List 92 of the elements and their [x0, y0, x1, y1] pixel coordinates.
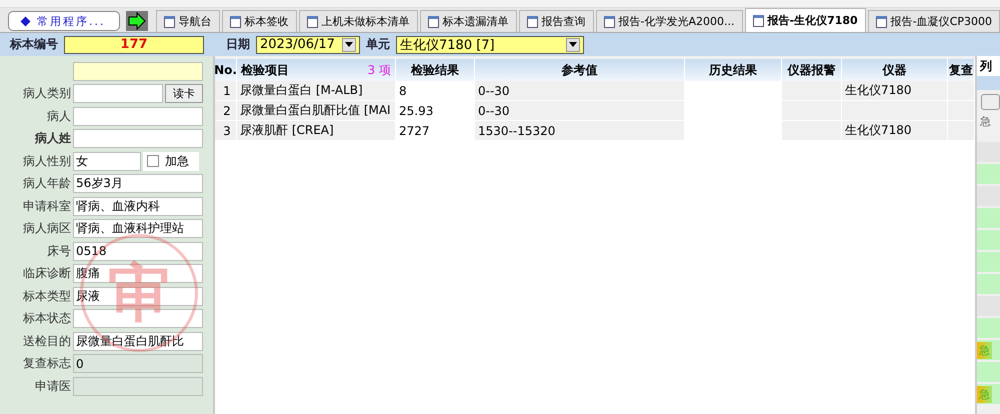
table-cell: 尿微量白蛋白 [M-ALB]	[237, 81, 396, 101]
column-header: No.	[215, 59, 237, 81]
side-row[interactable]	[977, 362, 1000, 382]
item-count: 3 项	[368, 62, 391, 78]
urgent-checkbox[interactable]: 加急	[143, 152, 199, 171]
table-cell: 2	[215, 101, 237, 121]
window-icon	[752, 14, 764, 26]
table-cell: 2727	[396, 121, 475, 141]
patient-field[interactable]: 尿微量白蛋白肌酐比	[73, 332, 203, 351]
field-label: 复查标志	[22, 355, 71, 372]
table-cell: 1	[215, 81, 237, 101]
column-header: 仪器报警	[782, 59, 842, 81]
date-field[interactable]: 2023/06/17	[256, 36, 360, 54]
patient-field[interactable]	[73, 106, 203, 126]
dropdown-icon	[566, 38, 580, 52]
column-header: 检验结果	[396, 59, 475, 81]
column-header: 复查	[948, 59, 975, 81]
table-cell: 尿液肌酐 [CREA]	[237, 121, 396, 141]
side-row[interactable]	[977, 208, 1000, 228]
column-header: 参考值	[475, 59, 685, 81]
read-card-button[interactable]: 读卡	[165, 84, 203, 104]
urgent-badge: 急	[977, 342, 992, 358]
side-row[interactable]	[977, 186, 1000, 206]
sample-number-field[interactable]: 177	[64, 36, 204, 54]
patient-field[interactable]: 56岁3月	[73, 174, 203, 194]
tab[interactable]: 标本遗漏清单	[420, 10, 517, 32]
tab[interactable]: 上机未做标本清单	[298, 10, 418, 32]
side-row[interactable]	[977, 274, 1000, 294]
window-icon	[876, 16, 887, 28]
window-icon	[604, 16, 615, 28]
side-button[interactable]	[981, 94, 1000, 110]
arrow-icon[interactable]	[126, 11, 148, 31]
common-programs-button[interactable]: 常用程序...	[8, 11, 120, 31]
field-label: 病人年龄	[22, 175, 71, 192]
patient-field[interactable]: 女	[73, 152, 141, 171]
window-icon	[526, 16, 538, 28]
field-label: 床号	[46, 242, 71, 260]
table-cell: 生化仪7180	[842, 81, 948, 101]
table-cell: 25.93	[396, 101, 475, 121]
patient-field[interactable]	[73, 62, 203, 81]
patient-field[interactable]	[73, 84, 163, 104]
tab[interactable]: 导航台	[156, 10, 220, 32]
tab[interactable]: 报告-血凝仪CP3000	[868, 10, 1000, 32]
side-row[interactable]	[977, 296, 1000, 316]
tab[interactable]: 标本签收	[222, 10, 297, 32]
column-header: 历史结果	[685, 59, 782, 81]
window-icon	[306, 16, 318, 28]
tab[interactable]: 报告-生化仪7180	[744, 8, 866, 32]
urgent-badge: 急	[977, 386, 992, 402]
side-tab[interactable]: 列	[977, 56, 1000, 76]
table-cell: 生化仪7180	[842, 121, 948, 141]
side-row[interactable]	[977, 252, 1000, 272]
field-label: 病人姓	[34, 130, 71, 148]
patient-field[interactable]: 0518	[73, 242, 203, 261]
side-toolbar	[977, 76, 1000, 90]
tab[interactable]: 报告-化学发光A2000...	[596, 10, 743, 32]
unit-field[interactable]: 生化仪7180 [7]	[396, 36, 584, 54]
field-label: 标本类型	[22, 288, 71, 305]
column-title: 检验项目	[241, 62, 289, 78]
field-label: 申请医	[34, 378, 71, 395]
field-label: 病人性别	[22, 152, 71, 170]
field-label: 送检目的	[22, 332, 71, 350]
window-icon	[230, 16, 241, 28]
field-label: 病人病区	[22, 220, 71, 238]
unit-label: 单元	[366, 36, 390, 53]
table-cell: 0--30	[475, 81, 685, 101]
side-row[interactable]	[977, 164, 1000, 184]
window-icon	[428, 16, 439, 28]
side-row[interactable]	[977, 142, 1000, 162]
table-cell: 0--30	[475, 101, 685, 121]
patient-field[interactable]: 肾病、血液科护理站	[73, 219, 203, 238]
side-row[interactable]	[977, 230, 1000, 250]
patient-field[interactable]: 肾病、血液内科	[73, 196, 203, 216]
dropdown-icon	[342, 38, 356, 52]
patient-field[interactable]	[73, 129, 203, 148]
date-label: 日期	[226, 36, 250, 53]
table-cell: 尿微量白蛋白肌酐比值 [MAI	[237, 101, 396, 121]
table-cell: 8	[396, 81, 475, 101]
table-cell: 1530--15320	[475, 121, 685, 141]
field-label: 申请科室	[22, 198, 71, 215]
table-cell: 3	[215, 121, 237, 141]
tab[interactable]: 报告查询	[518, 10, 594, 32]
column-header: 仪器	[842, 59, 948, 81]
field-label: 病人类别	[22, 85, 71, 102]
checkbox[interactable]	[147, 155, 159, 168]
side-row[interactable]	[977, 318, 1000, 338]
field-label: 标本状态	[22, 310, 71, 328]
field-label: 临床诊断	[22, 265, 71, 282]
window-icon	[164, 16, 175, 28]
sample-number-label: 标本编号	[10, 36, 58, 53]
field-label: 病人	[46, 108, 71, 125]
side-column-header: 急	[979, 114, 992, 130]
